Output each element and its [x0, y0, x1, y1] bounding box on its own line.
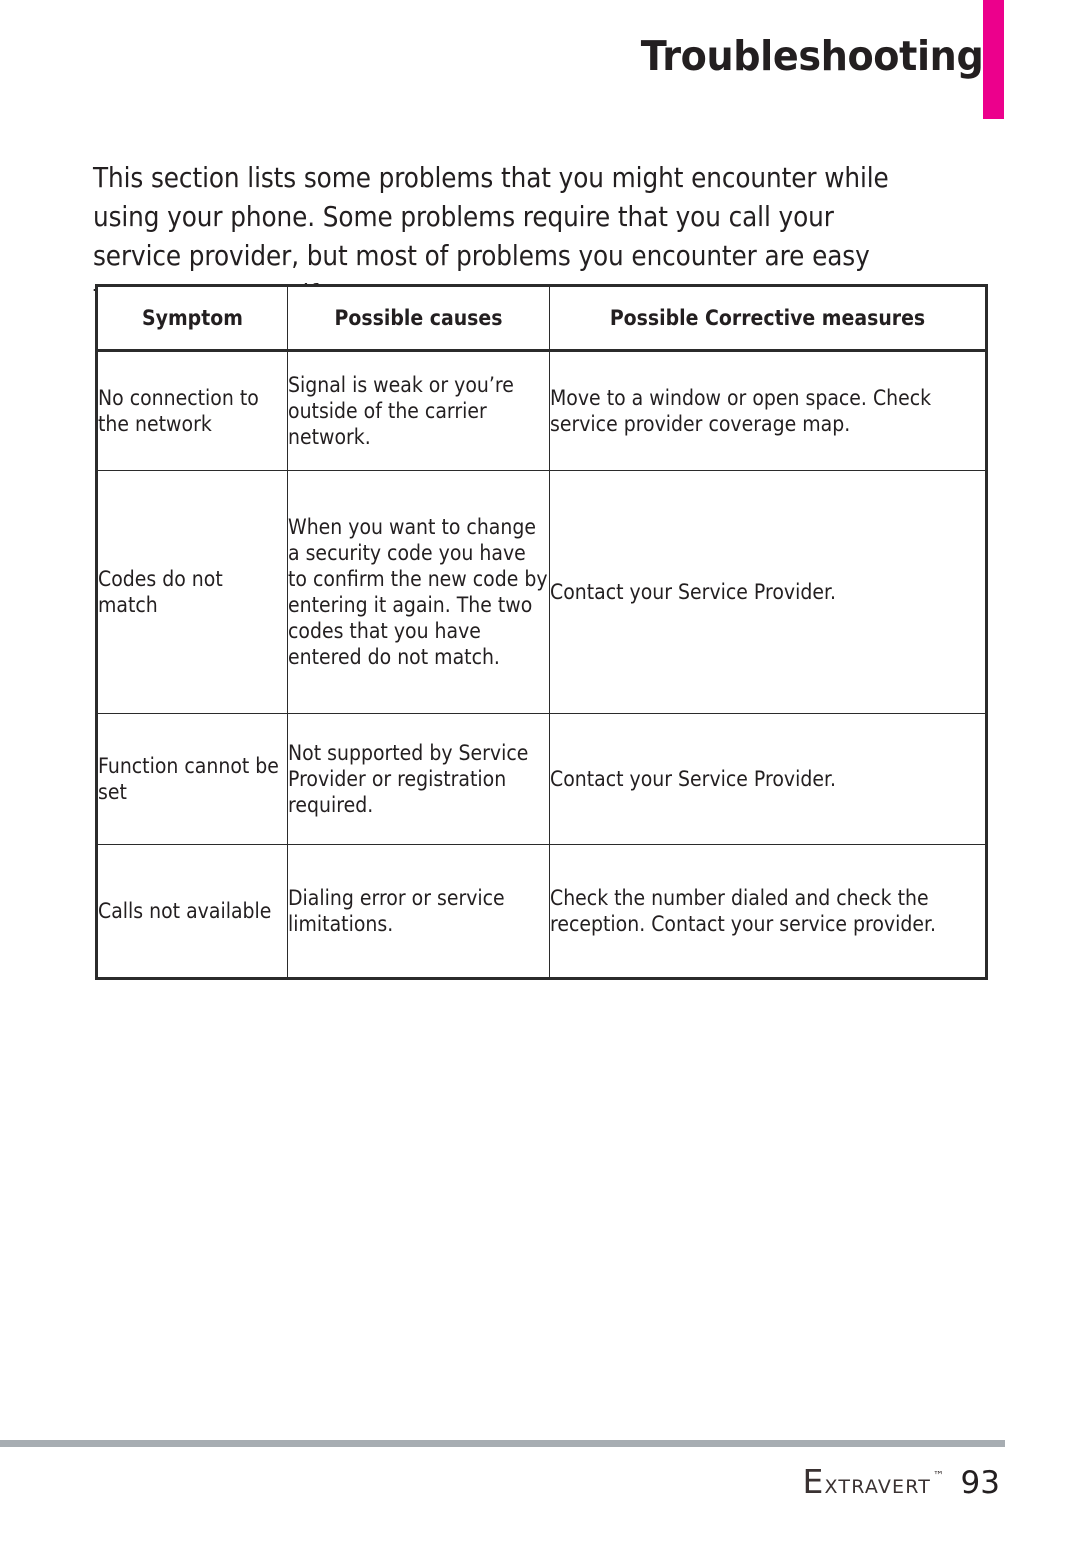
column-header-symptom: Symptom: [96, 285, 288, 352]
page-title: Troubleshooting: [640, 32, 983, 80]
cell-symptom: No connection to the network: [96, 350, 288, 471]
cell-cause: Not supported by Service Provider or reg…: [287, 713, 550, 845]
cell-symptom-text: Codes do not match: [98, 567, 223, 617]
brand-wordmark: Extravert: [802, 1462, 931, 1501]
troubleshooting-table: Symptom Possible causes Possible Correct…: [95, 284, 988, 980]
column-header-possible-corrective-measures-label: Possible Corrective measures: [609, 306, 926, 330]
cell-cause: Dialing error or service limitations.: [287, 844, 550, 979]
table-row: Calls not available Dialing error or ser…: [96, 844, 987, 979]
table-header-row: Symptom Possible causes Possible Correct…: [96, 285, 987, 352]
column-header-symptom-label: Symptom: [142, 306, 243, 330]
column-header-possible-causes-label: Possible causes: [334, 306, 503, 330]
cell-cause-text: Not supported by Service Provider or reg…: [288, 741, 529, 817]
cell-cause: Signal is weak or you’re outside of the …: [287, 350, 550, 471]
cell-symptom: Function cannot be set: [96, 713, 288, 845]
brand-rest: xtravert: [824, 1469, 932, 1500]
page-header: Troubleshooting: [0, 0, 1080, 125]
cell-symptom-text: Function cannot be set: [98, 754, 279, 804]
header-accent-bar: [983, 0, 1004, 119]
cell-measure: Move to a window or open space. Check se…: [549, 350, 987, 471]
cell-measure: Contact your Service Provider.: [549, 470, 987, 714]
column-header-possible-causes: Possible causes: [287, 285, 550, 352]
page-footer: Extravert ™ 93: [0, 1440, 1080, 1552]
cell-measure-text: Contact your Service Provider.: [550, 767, 837, 791]
table-row: No connection to the network Signal is w…: [96, 350, 987, 471]
cell-measure: Contact your Service Provider.: [549, 713, 987, 845]
cell-symptom-text: Calls not available: [98, 899, 272, 923]
cell-cause-text: Signal is weak or you’re outside of the …: [288, 373, 514, 449]
cell-cause-text: Dialing error or service limitations.: [288, 886, 505, 936]
page-number: 93: [960, 1465, 1000, 1501]
cell-measure-text: Contact your Service Provider.: [550, 580, 837, 604]
table-row: Function cannot be set Not supported by …: [96, 713, 987, 845]
column-header-possible-corrective-measures: Possible Corrective measures: [549, 285, 987, 352]
table-row: Codes do not match When you want to chan…: [96, 470, 987, 714]
cell-symptom: Codes do not match: [96, 470, 288, 714]
brand-first-letter: E: [802, 1462, 825, 1501]
cell-measure-text: Check the number dialed and check the re…: [550, 886, 937, 936]
trademark-icon: ™: [933, 1469, 945, 1482]
cell-cause: When you want to change a security code …: [287, 470, 550, 714]
cell-measure-text: Move to a window or open space. Check se…: [550, 386, 932, 436]
cell-cause-text: When you want to change a security code …: [288, 515, 548, 669]
cell-symptom: Calls not available: [96, 844, 288, 979]
cell-measure: Check the number dialed and check the re…: [549, 844, 987, 979]
footer-divider: [0, 1440, 1005, 1447]
cell-symptom-text: No connection to the network: [98, 386, 259, 436]
footer-brand-block: Extravert ™ 93: [802, 1462, 1000, 1501]
